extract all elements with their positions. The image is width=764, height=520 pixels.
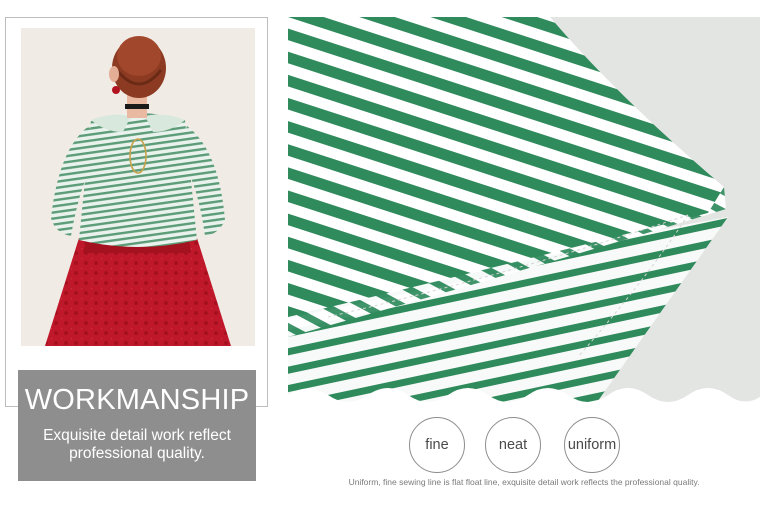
tag-fine: fine (409, 417, 465, 473)
workmanship-text-line2: professional quality. (69, 445, 205, 462)
workmanship-title: WORKMANSHIP (24, 384, 250, 416)
fabric-detail-photo (288, 17, 760, 415)
workmanship-panel: WORKMANSHIP Exquisite detail work reflec… (18, 370, 256, 481)
tag-neat: neat (485, 417, 541, 473)
model-photo-frame (5, 17, 268, 407)
workmanship-text-line1: Exquisite detail work reflect (43, 427, 231, 444)
caption-text: Uniform, fine sewing line is flat float … (348, 477, 700, 487)
model-photo (21, 28, 255, 346)
tag-uniform: uniform (564, 417, 620, 473)
